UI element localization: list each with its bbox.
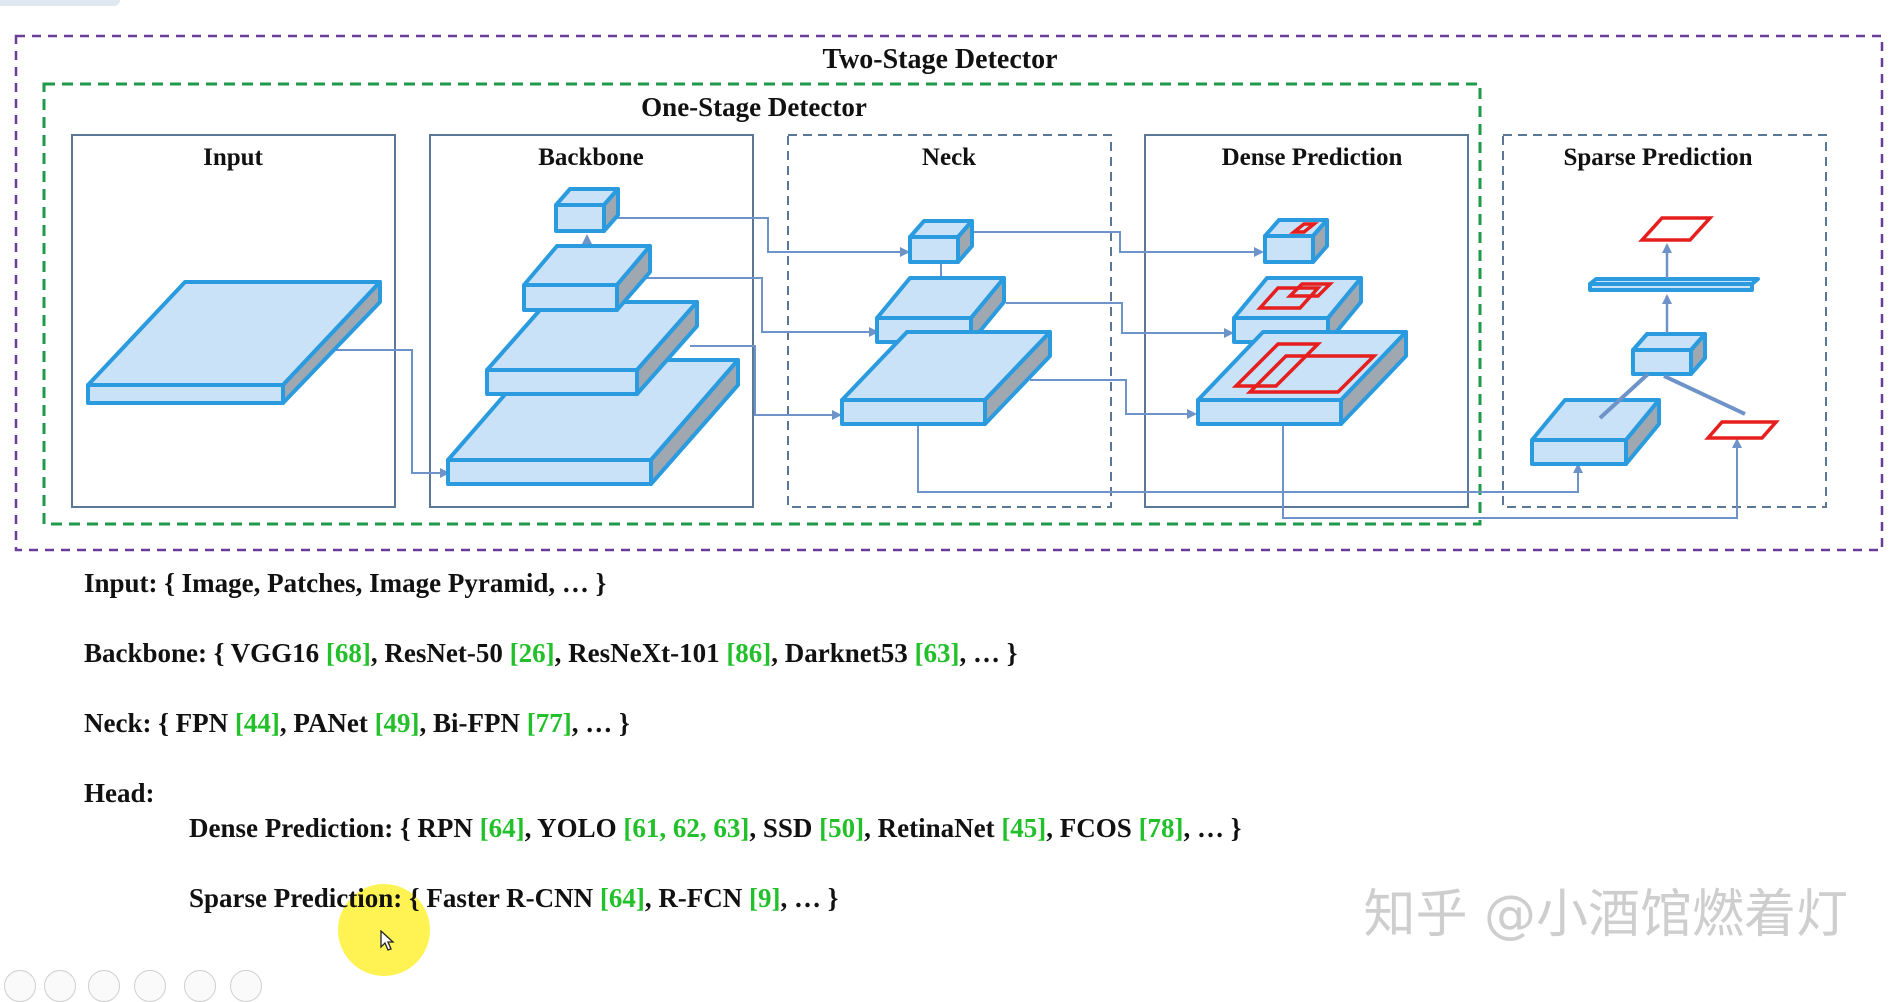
sparse-fc-bar xyxy=(1588,277,1760,292)
presentation-toolbar xyxy=(0,970,262,1002)
neck-line-text: , Bi-FPN xyxy=(419,708,527,738)
dense-block-top xyxy=(1263,218,1329,264)
citation-ref: [45] xyxy=(1001,813,1047,843)
toolbar-circle-icon[interactable] xyxy=(134,970,166,1002)
citation-ref: [63] xyxy=(914,638,960,668)
sparse-line-text: , R-FCN xyxy=(644,883,750,913)
neck-block-bottom xyxy=(840,330,1052,426)
citation-ref: [64] xyxy=(599,883,645,913)
input-line: Input: { Image, Patches, Image Pyramid, … xyxy=(84,568,606,599)
neck-line: Neck: { FPN [44], PANet [49], Bi-FPN [77… xyxy=(84,708,630,739)
citation-ref: [50] xyxy=(819,813,865,843)
watermark-text: 知乎 @小酒馆燃着灯 xyxy=(1363,885,1848,945)
cursor-arrow-icon xyxy=(380,930,395,951)
head-line: Head: xyxy=(84,778,155,809)
input-line-text: Input: { Image, Patches, Image Pyramid, … xyxy=(84,568,607,598)
dense-panel-title: Dense Prediction xyxy=(1222,144,1403,171)
backbone-line-text: , … } xyxy=(959,638,1018,668)
dense-line-prefix: Dense Prediction: { RPN xyxy=(189,813,480,843)
neck-line-text: , PANet xyxy=(279,708,375,738)
neck-block-top xyxy=(908,219,974,264)
dense-line-text: , FCOS xyxy=(1046,813,1139,843)
citation-ref: [49] xyxy=(374,708,420,738)
citation-ref: [68] xyxy=(325,638,371,668)
dense-line-text: , YOLO xyxy=(524,813,624,843)
input-slab xyxy=(86,280,382,405)
detector-architecture-diagram: Two-Stage Detector One-Stage Detector In… xyxy=(14,34,1884,552)
citation-ref: [61, 62, 63] xyxy=(623,813,750,843)
citation-ref: [9] xyxy=(749,883,781,913)
backbone-panel-title: Backbone xyxy=(538,144,644,171)
citation-ref: [77] xyxy=(526,708,572,738)
sparse-panel-title: Sparse Prediction xyxy=(1563,144,1752,171)
one-stage-label: One-Stage Detector xyxy=(641,92,867,122)
dense-line-text: , … } xyxy=(1183,813,1242,843)
backbone-block-4 xyxy=(554,187,620,233)
two-stage-label: Two-Stage Detector xyxy=(822,44,1057,75)
citation-ref: [64] xyxy=(479,813,525,843)
sparse-line-text: , … } xyxy=(780,883,839,913)
dense-line-text: , RetinaNet xyxy=(864,813,1002,843)
sparse-red-boxes xyxy=(1638,216,1780,440)
toolbar-circle-icon[interactable] xyxy=(4,970,36,1002)
neck-line-text: , … } xyxy=(571,708,630,738)
sparse-block-bottom xyxy=(1530,398,1661,466)
citation-ref: [44] xyxy=(234,708,280,738)
dense-line-text: , SSD xyxy=(749,813,820,843)
neck-panel-title: Neck xyxy=(922,144,976,171)
citation-ref: [86] xyxy=(726,638,772,668)
citation-ref: [78] xyxy=(1138,813,1184,843)
toolbar-circle-icon[interactable] xyxy=(88,970,120,1002)
citation-ref: [26] xyxy=(509,638,555,668)
neck-line-prefix: Neck: { FPN xyxy=(84,708,235,738)
head-label: Head: xyxy=(84,778,155,808)
dense-block-bottom xyxy=(1196,330,1408,426)
toolbar-circle-icon[interactable] xyxy=(44,970,76,1002)
backbone-line: Backbone: { VGG16 [68], ResNet-50 [26], … xyxy=(84,638,1017,669)
sparse-line: Sparse Prediction: { Faster R-CNN [64], … xyxy=(189,883,838,914)
dense-line: Dense Prediction: { RPN [64], YOLO [61, … xyxy=(189,813,1241,844)
sparse-block-roi xyxy=(1631,332,1707,376)
toolbar-circle-icon[interactable] xyxy=(230,970,262,1002)
backbone-line-text: , ResNeXt-101 xyxy=(554,638,727,668)
backbone-line-text: , ResNet-50 xyxy=(370,638,510,668)
backbone-line-text: , Darknet53 xyxy=(771,638,915,668)
backbone-line-prefix: Backbone: { VGG16 xyxy=(84,638,326,668)
toolbar-circle-icon[interactable] xyxy=(184,970,216,1002)
input-panel-title: Input xyxy=(203,144,263,171)
